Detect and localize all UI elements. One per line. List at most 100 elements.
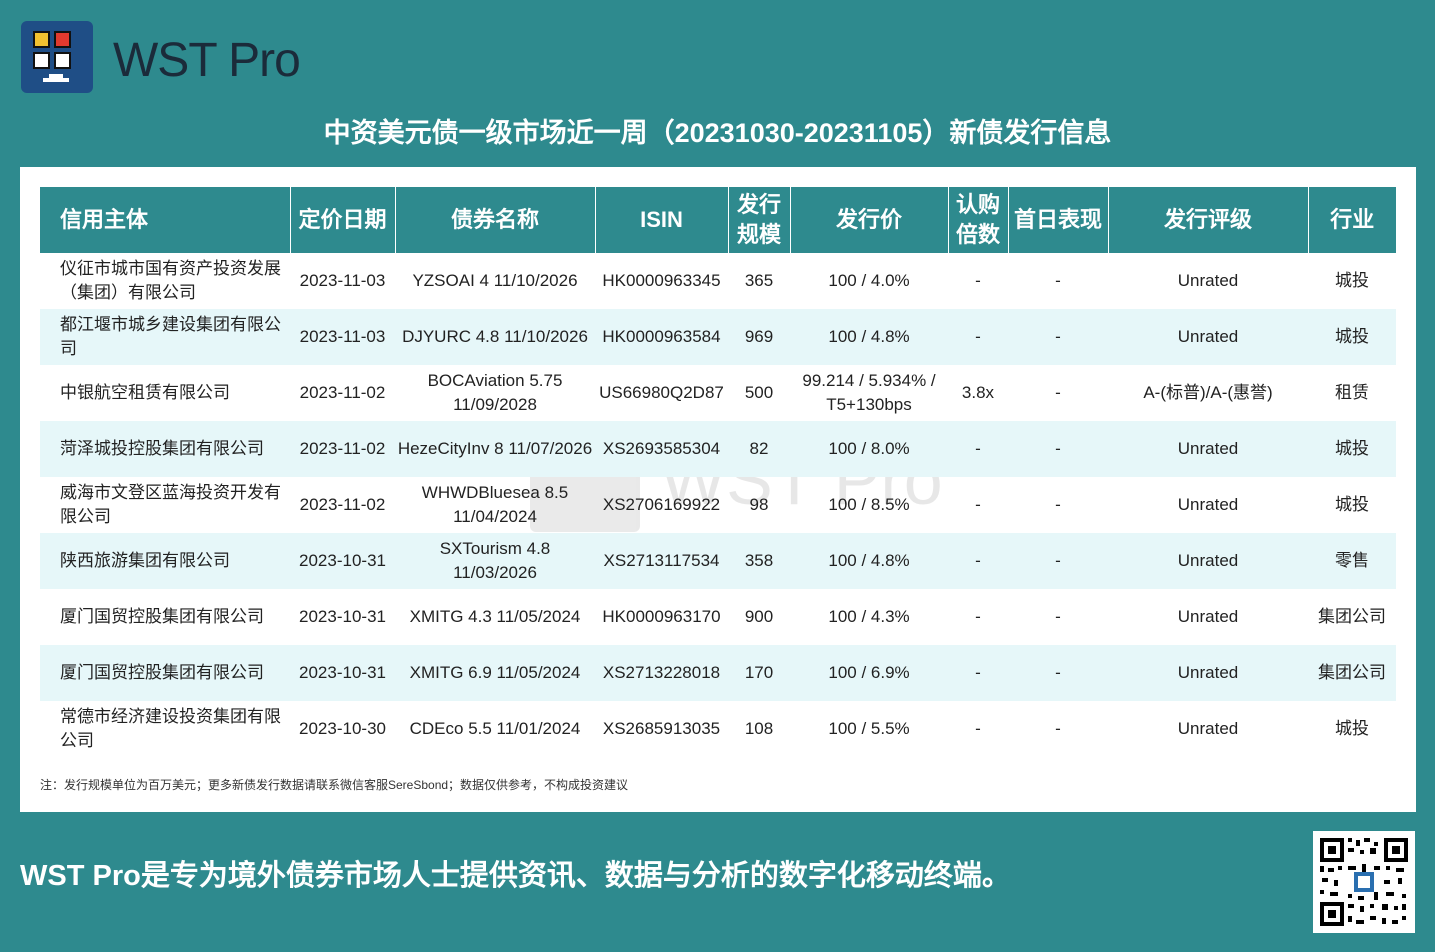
cell-date: 2023-11-03: [290, 309, 395, 365]
cell-industry: 集团公司: [1308, 645, 1396, 701]
cell-isin: XS2693585304: [595, 421, 728, 477]
cell-price: 100 / 4.8%: [790, 309, 948, 365]
cell-price: 100 / 5.5%: [828, 719, 910, 738]
cell-industry: 城投: [1335, 719, 1369, 738]
cell-date: 2023-10-31: [290, 533, 395, 589]
cell-issuer: 菏泽城投控股集团有限公司: [40, 421, 290, 477]
wst-pro-logo-icon: [21, 21, 93, 93]
cell-first-day: -: [1008, 645, 1108, 701]
header-bond-name: 债券名称: [395, 187, 596, 253]
cell-size: 900: [744, 607, 774, 626]
cell-size: 170: [728, 645, 790, 701]
cell-subscription: -: [948, 645, 1008, 701]
cell-industry: 租赁: [1335, 383, 1369, 402]
cell-size: 500: [744, 383, 774, 402]
cell-industry: 城投: [1308, 309, 1396, 365]
cell-bond: XMITG 4.3 11/05/2024: [409, 607, 581, 626]
cell-price: 100 / 4.0%: [828, 271, 910, 290]
cell-size: 82: [728, 421, 790, 477]
cell-subscription: 3.8x: [961, 383, 995, 402]
cell-subscription: -: [948, 533, 1008, 589]
cell-price: 100 / 4.8%: [790, 533, 948, 589]
cell-price: 100 / 6.9%: [790, 645, 948, 701]
cell-first-day: -: [1008, 533, 1108, 589]
cell-rating: Unrated: [1108, 533, 1308, 589]
cell-subscription: -: [975, 607, 981, 626]
header-sub-line2: 倍数: [955, 222, 1000, 247]
header-size-line1: 发行: [736, 192, 781, 217]
cell-date: 2023-11-02: [299, 383, 386, 402]
table-row: 都江堰市城乡建设集团有限公司 2023-11-03 DJYURC 4.8 11/…: [40, 309, 1396, 365]
cell-price: 100 / 8.5%: [828, 495, 910, 514]
brand-name: WST Pro: [113, 34, 301, 87]
cell-size: 98: [749, 495, 769, 514]
cell-subscription: -: [975, 495, 981, 514]
cell-date: 2023-10-30: [299, 719, 386, 738]
cell-issuer: 仪征市城市国有资产投资发展（集团）有限公司: [60, 259, 281, 302]
header-size: 发行 规模: [728, 187, 791, 253]
cell-industry: 城投: [1335, 271, 1369, 290]
cell-bond: DJYURC 4.8 11/10/2026: [395, 309, 595, 365]
header-pricing-date: 定价日期: [290, 187, 396, 253]
cell-industry: 零售: [1308, 533, 1396, 589]
cell-first-day: -: [1008, 421, 1108, 477]
slogan: WST Pro是专为境外债券市场人士提供资讯、数据与分析的数字化移动终端。: [20, 860, 1011, 892]
cell-isin: XS2685913035: [602, 719, 721, 738]
cell-bond: BOCAviation 5.75 11/09/2028: [427, 371, 563, 414]
cell-rating: Unrated: [1177, 719, 1239, 738]
cell-industry: 城投: [1308, 421, 1396, 477]
cell-first-day: -: [1055, 495, 1061, 514]
cell-subscription: -: [975, 719, 981, 738]
header-subscription: 认购 倍数: [948, 187, 1009, 253]
cell-issuer: 都江堰市城乡建设集团有限公司: [40, 309, 290, 365]
header-rating: 发行评级: [1108, 187, 1309, 253]
cell-rating: Unrated: [1108, 645, 1308, 701]
cell-isin: XS2713117534: [595, 533, 728, 589]
table-panel: WST Pro 信用主体 定价日期 债券名称 ISIN 发行 规模 发行价 认购倍…: [20, 167, 1416, 812]
header-issuer: 信用主体: [40, 187, 291, 253]
table-row: 厦门国贸控股集团有限公司 2023-10-31 XMITG 6.9 11/05/…: [40, 645, 1396, 701]
cell-rating: Unrated: [1108, 309, 1308, 365]
cell-issuer: 常德市经济建设投资集团有限公司: [60, 707, 281, 750]
table-row: 中银航空租赁有限公司 2023-11-02 BOCAviation 5.75 1…: [40, 365, 1396, 421]
table-row: 仪征市城市国有资产投资发展（集团）有限公司 2023-11-03 YZSOAI …: [40, 253, 1396, 309]
cell-isin: US66980Q2D87: [599, 383, 724, 402]
cell-industry: 集团公司: [1318, 607, 1386, 626]
cell-price: 100 / 8.0%: [790, 421, 948, 477]
cell-rating: Unrated: [1177, 607, 1239, 626]
header-industry: 行业: [1308, 187, 1396, 253]
cell-issuer: 陕西旅游集团有限公司: [40, 533, 290, 589]
cell-date: 2023-11-03: [299, 271, 386, 290]
cell-isin: XS2706169922: [602, 495, 721, 514]
qr-code-icon: [1313, 831, 1415, 933]
cell-issuer: 中银航空租赁有限公司: [60, 383, 230, 402]
bond-issuance-table: 信用主体 定价日期 债券名称 ISIN 发行 规模 发行价 认购 倍数 首日表现 发…: [40, 187, 1396, 757]
cell-first-day: -: [1055, 719, 1061, 738]
cell-industry: 城投: [1335, 495, 1369, 514]
cell-rating: Unrated: [1177, 495, 1239, 514]
header-isin: ISIN: [595, 187, 729, 253]
cell-bond: CDEco 5.5 11/01/2024: [409, 719, 581, 738]
header-sub-line1: 认购: [955, 192, 1000, 217]
cell-size: 358: [728, 533, 790, 589]
page-title: 中资美元债一级市场近一周（20231030-20231105）新债发行信息: [323, 118, 1112, 148]
cell-isin: HK0000963170: [602, 607, 721, 626]
cell-bond: HezeCityInv 8 11/07/2026: [395, 421, 595, 477]
cell-isin: HK0000963345: [602, 271, 721, 290]
cell-first-day: -: [1008, 309, 1108, 365]
cell-issuer: 威海市文登区蓝海投资开发有限公司: [60, 483, 281, 526]
cell-rating: Unrated: [1177, 271, 1239, 290]
header-size-line2: 规模: [736, 222, 781, 247]
table-row: 陕西旅游集团有限公司 2023-10-31 SXTourism 4.8 11/0…: [40, 533, 1396, 589]
cell-issuer: 厦门国贸控股集团有限公司: [40, 645, 290, 701]
cell-size: 108: [744, 719, 774, 738]
cell-bond: SXTourism 4.8 11/03/2026: [395, 533, 595, 589]
header-first-day: 首日表现: [1008, 187, 1109, 253]
cell-price: 100 / 4.3%: [828, 607, 910, 626]
cell-bond: XMITG 6.9 11/05/2024: [395, 645, 595, 701]
cell-subscription: -: [948, 309, 1008, 365]
cell-date: 2023-10-31: [290, 645, 395, 701]
cell-bond: WHWDBluesea 8.5 11/04/2024: [421, 483, 569, 526]
cell-isin: HK0000963584: [595, 309, 728, 365]
cell-price: 99.214 / 5.934% / T5+130bps: [802, 371, 936, 414]
